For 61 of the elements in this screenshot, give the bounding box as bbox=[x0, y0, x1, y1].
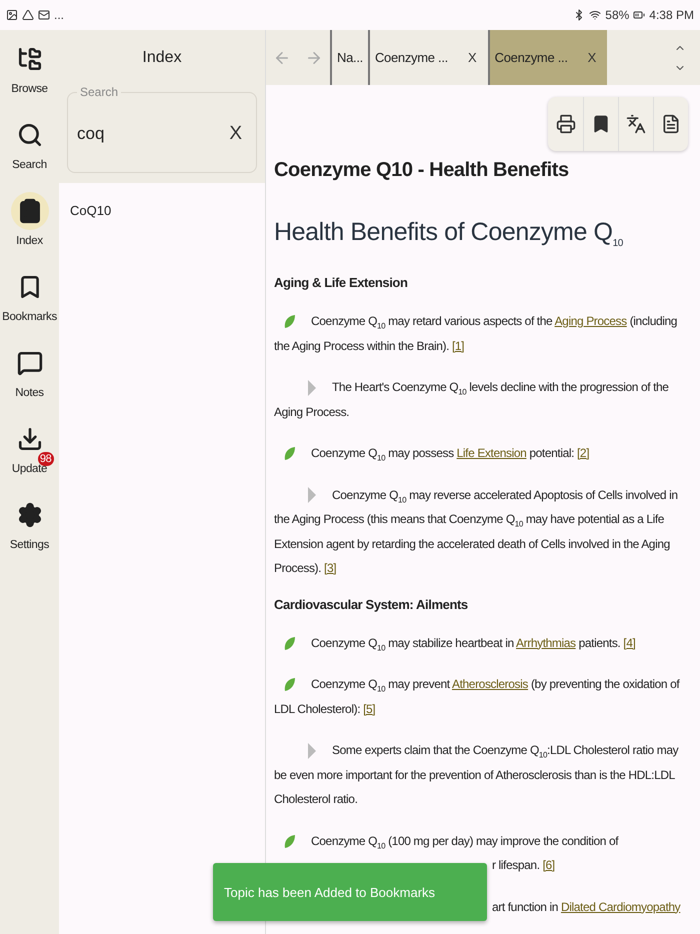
count-badge: 98 bbox=[38, 452, 54, 466]
leaf-icon bbox=[284, 834, 295, 848]
leaf-icon bbox=[284, 678, 295, 692]
leaf-icon bbox=[284, 636, 295, 650]
document-icon bbox=[661, 114, 681, 134]
translate-icon bbox=[626, 114, 646, 134]
triangle-icon bbox=[308, 742, 316, 759]
speech-bubble-icon bbox=[16, 350, 42, 376]
paragraph: Coenzyme Q$_{10}$ (100 mg per day) may improve the condition of bbox=[274, 828, 688, 853]
close-tab-button[interactable]: X bbox=[462, 50, 483, 65]
reference-link[interactable]: [6] bbox=[542, 858, 555, 872]
clear-button[interactable]: X bbox=[229, 123, 242, 145]
image-icon bbox=[6, 9, 18, 21]
article-title: Coenzyme Q10 - Health Benefits bbox=[274, 158, 570, 183]
topic-link[interactable]: Atherosclerosis bbox=[452, 677, 528, 691]
more-notifications: ... bbox=[54, 8, 64, 22]
folder-tree-icon bbox=[16, 46, 42, 72]
settings-icon bbox=[16, 502, 42, 528]
leaf-icon bbox=[284, 315, 295, 328]
section-heading: Aging & Life Extension bbox=[274, 274, 408, 292]
paragraph: Some experts claim that the Coenzyme Q$_{10}$:LDL Cholesterol ratio may be even more important for the prevention of Atherosclerosis than is the HDL:LDL Cholesterol ratio. bbox=[274, 742, 680, 808]
toast-message: Topic has been Added to Bookmarks bbox=[213, 863, 487, 921]
reference-link[interactable]: [1] bbox=[452, 338, 464, 352]
download-icon bbox=[16, 426, 42, 452]
triangle-icon bbox=[308, 487, 316, 504]
nav-item[interactable]: Notes bbox=[6, 344, 54, 399]
close-tab-button[interactable]: X bbox=[582, 50, 602, 65]
panel-title: Index bbox=[141, 48, 183, 68]
topic-link[interactable]: Life Extension bbox=[456, 446, 526, 460]
topic-link[interactable]: Dilated Cardiomyopathy bbox=[560, 900, 680, 914]
paragraph: The Heart's Coenzyme Q$_{10}$ levels decline with the progression of the Aging Process. bbox=[274, 378, 670, 420]
paragraph: Coenzyme Q$_{10}$ may stabilize heartbeat in Arrhythmias patients. [4] bbox=[274, 630, 688, 655]
triangle-icon bbox=[22, 9, 34, 21]
tab[interactable]: Coenzyme ... X bbox=[488, 30, 608, 85]
search-field[interactable]: Search coq X bbox=[67, 85, 257, 173]
battery-icon bbox=[633, 9, 646, 21]
index-result[interactable]: CoQ10 bbox=[59, 183, 265, 238]
paragraph: Coenzyme Q$_{10}$ may reverse accelerated Apoptosis of Cells involved in the Aging Process (this means that Coenzyme Q$_{10}$ may have potential as a Life Extension agent by retarding the accelerated death of Cells involved in the Aging Process). [3] bbox=[274, 486, 679, 577]
topic-link[interactable]: Aging Process bbox=[554, 314, 627, 328]
nav-item[interactable]: Update 98 bbox=[6, 420, 54, 475]
topic-link[interactable]: Arrhythmias bbox=[516, 636, 576, 650]
battery-percent: 58% bbox=[605, 8, 630, 22]
clock: 4:38 PM bbox=[649, 8, 694, 22]
paragraph: Coenzyme Q$_{10}$ may possess Life Extension potential: [2] bbox=[274, 441, 688, 466]
paragraph: Coenzyme Q$_{10}$ may prevent Atherosclerosis (by preventing the oxidation of LDL Cholesterol): [5] bbox=[274, 676, 681, 718]
printer-icon bbox=[556, 114, 576, 134]
leaf-icon bbox=[284, 447, 295, 460]
mail-icon bbox=[38, 9, 50, 21]
triangle-icon bbox=[308, 380, 316, 396]
reference-link[interactable]: [5] bbox=[363, 702, 376, 716]
nav-item[interactable]: Search bbox=[6, 116, 54, 171]
reference-link[interactable]: [3] bbox=[324, 561, 336, 575]
nav-item[interactable]: Bookmarks bbox=[0, 268, 62, 323]
search-icon bbox=[16, 122, 42, 148]
nav-item[interactable]: Settings bbox=[4, 496, 54, 551]
reference-link[interactable]: [2] bbox=[577, 446, 590, 460]
nav-item[interactable]: Browse bbox=[6, 40, 54, 95]
article-heading: Health Benefits of Coenzyme Q$_{10}$ bbox=[274, 217, 624, 251]
paragraph: Coenzyme Q$_{10}$ may retard various aspects of the Aging Process (including the Aging Process within the Brain). [1] bbox=[274, 313, 678, 354]
reference-link[interactable]: [4] bbox=[623, 636, 636, 650]
section-heading: Cardiovascular System: Ailments bbox=[274, 596, 469, 614]
